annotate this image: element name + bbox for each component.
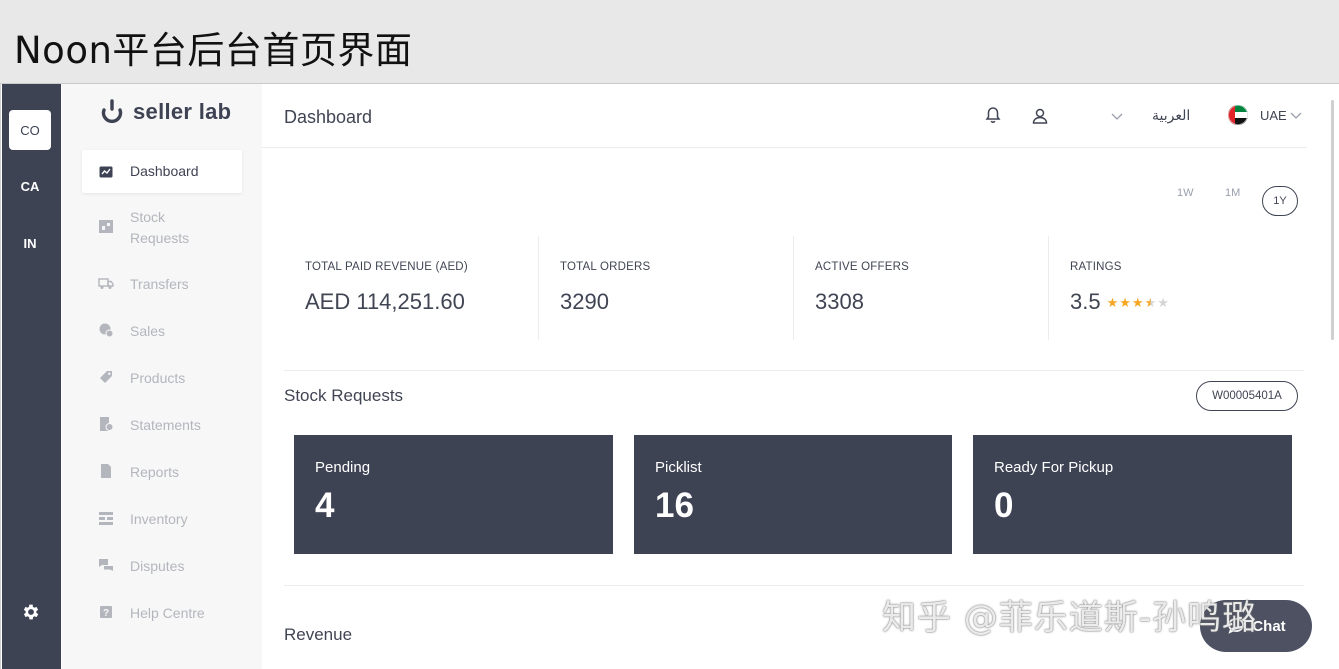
sidebar-item-label: Transfers [130, 276, 189, 292]
rail-item-in[interactable]: IN [9, 223, 51, 263]
section-divider [284, 370, 1304, 371]
star-icon: ★ [1131, 294, 1144, 310]
sidebar-item-sales[interactable]: Sales [82, 321, 242, 342]
svg-text:?: ? [103, 608, 109, 619]
page-title: Dashboard [284, 107, 373, 127]
stock-requests-title: Stock Requests [284, 386, 404, 405]
gear-icon[interactable] [21, 602, 41, 622]
stat-label: ACTIVE OFFERS [815, 261, 909, 273]
sidebar-item-label: Help Centre [130, 605, 205, 621]
sidebar-item-statements[interactable]: Statements [82, 415, 242, 436]
sidebar-item-help-centre[interactable]: ? Help Centre [82, 603, 242, 624]
logo-text: seller lab [133, 99, 232, 124]
seller-lab-logo[interactable]: seller lab [98, 98, 231, 126]
scrollbar[interactable] [1331, 100, 1334, 340]
watermark: 知乎 @菲乐道斯-孙鸣璐 [882, 598, 1258, 638]
stat-value-row: 3.5 ★ ★ ★ ★ ★ [1070, 289, 1169, 315]
chevron-down-icon[interactable] [1107, 106, 1127, 126]
sidebar-item-label: Stock Requests [130, 209, 190, 246]
stat-divider [538, 236, 539, 340]
seller-lab-app: CO CA IN seller lab Dashboard Stock Requ… [0, 84, 1339, 669]
stat-divider [1048, 236, 1049, 340]
top-bar: Dashboard العربية UAE [262, 84, 1307, 148]
rail-item-ca[interactable]: CA [9, 166, 51, 206]
sidebar-item-reports[interactable]: Reports [82, 462, 242, 483]
stat-total-orders: TOTAL ORDERS 3290 [560, 236, 650, 340]
sidebar-nav: Dashboard Stock Requests Transfers Sales… [82, 150, 242, 624]
card-label: Ready For Pickup [994, 459, 1114, 476]
sidebar-item-label: Dashboard [130, 163, 199, 179]
range-1y[interactable]: 1Y [1262, 186, 1298, 216]
uae-flag-icon [1228, 105, 1248, 125]
card-ready-for-pickup[interactable]: Ready For Pickup 0 [973, 435, 1292, 554]
star-icon: ★ [1106, 294, 1119, 310]
sidebar-item-disputes[interactable]: Disputes [82, 556, 242, 577]
stat-value: AED 114,251.60 [305, 289, 465, 314]
rating-value: 3.5 [1070, 289, 1101, 314]
sidebar-item-inventory[interactable]: Inventory [82, 509, 242, 530]
card-picklist[interactable]: Picklist 16 [634, 435, 952, 554]
tag-icon [100, 371, 112, 383]
bell-icon[interactable] [983, 105, 1003, 125]
card-label: Picklist [655, 459, 702, 476]
stat-label: RATINGS [1070, 261, 1122, 273]
star-icon: ★ [1144, 294, 1157, 310]
star-icon: ★ [1119, 294, 1131, 310]
sidebar-item-label: Reports [130, 464, 180, 480]
barcode-icon [99, 512, 113, 525]
slide-banner: Noon平台后台首页界面 [0, 0, 1339, 84]
warehouse-icon [99, 220, 113, 233]
warehouse-code-button[interactable]: W00005401A [1196, 381, 1298, 411]
range-1m[interactable]: 1M [1225, 187, 1240, 199]
user-icon[interactable] [1030, 106, 1050, 126]
revenue-title: Revenue [284, 625, 353, 644]
sidebar-item-label: Products [130, 370, 186, 386]
sidebar-item-label: Inventory [130, 511, 188, 527]
card-count: 4 [315, 486, 335, 525]
sidebar-item-label: Disputes [130, 558, 185, 574]
rail-item-co[interactable]: CO [9, 110, 51, 150]
card-label: Pending [315, 459, 371, 476]
country-rail: CO CA IN [2, 84, 61, 669]
sidebar-item-transfers[interactable]: Transfers [82, 274, 242, 295]
stat-label: TOTAL ORDERS [560, 261, 651, 273]
language-switch[interactable]: العربية [1152, 107, 1190, 124]
card-pending[interactable]: Pending 4 [294, 435, 613, 554]
stat-ratings: RATINGS 3.5 ★ ★ ★ ★ ★ [1070, 236, 1169, 340]
range-1w[interactable]: 1W [1177, 187, 1194, 199]
section-divider [284, 585, 1304, 586]
main-content: Dashboard العربية UAE 1W 1M 1Y TOTAL PAI… [262, 84, 1339, 669]
rating-stars: ★ ★ ★ ★ ★ [1107, 296, 1169, 309]
chat-label: Chat [1252, 617, 1286, 635]
file-icon [101, 464, 111, 478]
stat-divider [793, 236, 794, 340]
sidebar-item-dashboard[interactable]: Dashboard [82, 150, 242, 193]
sidebar-item-label: Sales [130, 323, 166, 339]
country-chevron-icon[interactable] [1288, 105, 1304, 125]
truck-icon [98, 278, 114, 289]
card-count: 16 [655, 486, 694, 525]
star-icon: ★ [1157, 294, 1169, 310]
country-select[interactable]: UAE [1260, 108, 1287, 123]
stat-active-offers: ACTIVE OFFERS 3308 [815, 236, 909, 340]
chart-icon [99, 166, 113, 177]
help-icon: ? [100, 606, 112, 619]
coins-icon [99, 323, 114, 338]
stat-label: TOTAL PAID REVENUE (AED) [305, 261, 468, 273]
sidebar-item-stock-requests[interactable]: Stock Requests [82, 207, 242, 249]
chat-bubbles-icon [99, 559, 113, 571]
sidebar-item-label: Statements [130, 417, 201, 433]
slide-title: Noon平台后台首页界面 [14, 29, 413, 72]
stat-value: 3308 [815, 289, 864, 314]
stat-value: 3290 [560, 289, 609, 314]
statement-icon [100, 417, 114, 431]
sidebar: seller lab Dashboard Stock Requests Tran… [62, 84, 262, 669]
card-count: 0 [994, 486, 1014, 525]
noon-logo-icon [101, 99, 123, 124]
stat-total-revenue: TOTAL PAID REVENUE (AED) AED 114,251.60 [305, 236, 468, 340]
sidebar-item-products[interactable]: Products [82, 368, 242, 389]
